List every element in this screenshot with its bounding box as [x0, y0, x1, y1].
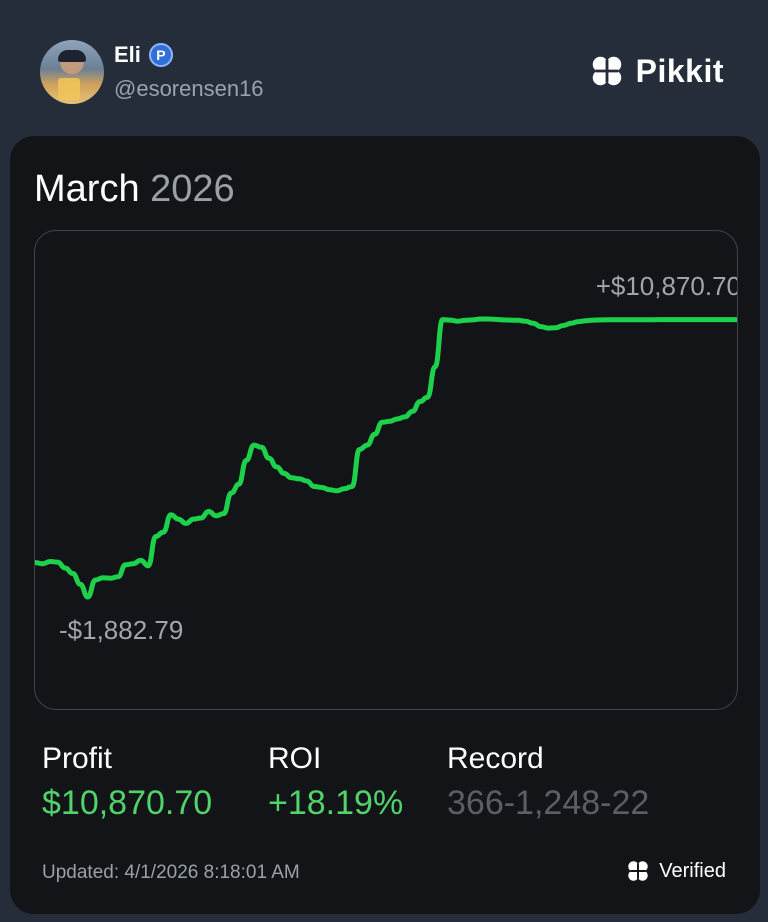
- stat-roi-label: ROI: [268, 742, 322, 775]
- clover-icon: [592, 56, 621, 86]
- updated-timestamp: Updated: 4/1/2026 8:18:01 AM: [42, 862, 300, 883]
- stat-record-label: Record: [447, 742, 544, 775]
- chart-max-label: +$10,870.70: [595, 271, 738, 301]
- brand-logo: Pikkit: [588, 52, 724, 90]
- verified-clover-icon: [628, 861, 649, 881]
- verified-label: Verified: [659, 859, 726, 882]
- profit-line: [35, 316, 737, 600]
- stats-row: Profit $10,870.70 ROI +18.19% Record 366…: [42, 742, 742, 832]
- brand-name: Pikkit: [635, 52, 724, 89]
- profile-header: Eli P @esorensen16 Pikkit: [0, 0, 768, 136]
- profit-chart: +$10,870.70 -$1,882.79: [34, 230, 738, 710]
- stat-profit-value: $10,870.70: [42, 784, 213, 822]
- profile-name[interactable]: Eli: [114, 42, 141, 68]
- stat-roi-value: +18.19%: [268, 784, 404, 822]
- avatar-glass: [58, 78, 80, 100]
- pro-badge-icon: P: [148, 43, 173, 67]
- stat-record-value: 366-1,248-22: [447, 784, 650, 822]
- name-row: Eli P: [114, 42, 173, 68]
- card-month: March: [34, 168, 140, 210]
- stat-profit-label: Profit: [42, 742, 113, 775]
- profile-handle[interactable]: @esorensen16: [114, 76, 264, 102]
- avatar[interactable]: [40, 40, 104, 104]
- card-title: March 2026: [34, 168, 235, 211]
- card-year: 2026: [150, 168, 235, 210]
- chart-min-label: -$1,882.79: [59, 615, 184, 645]
- stat-profit: Profit $10,870.70: [42, 742, 212, 823]
- avatar-cap: [58, 50, 86, 62]
- pnl-card: March 2026 +$10,870.70 -$1,882.79 Profit…: [10, 136, 760, 914]
- verified-badge: Verified: [625, 858, 726, 884]
- stat-record: Record 366-1,248-22: [447, 742, 649, 823]
- stat-roi: ROI +18.19%: [268, 742, 403, 823]
